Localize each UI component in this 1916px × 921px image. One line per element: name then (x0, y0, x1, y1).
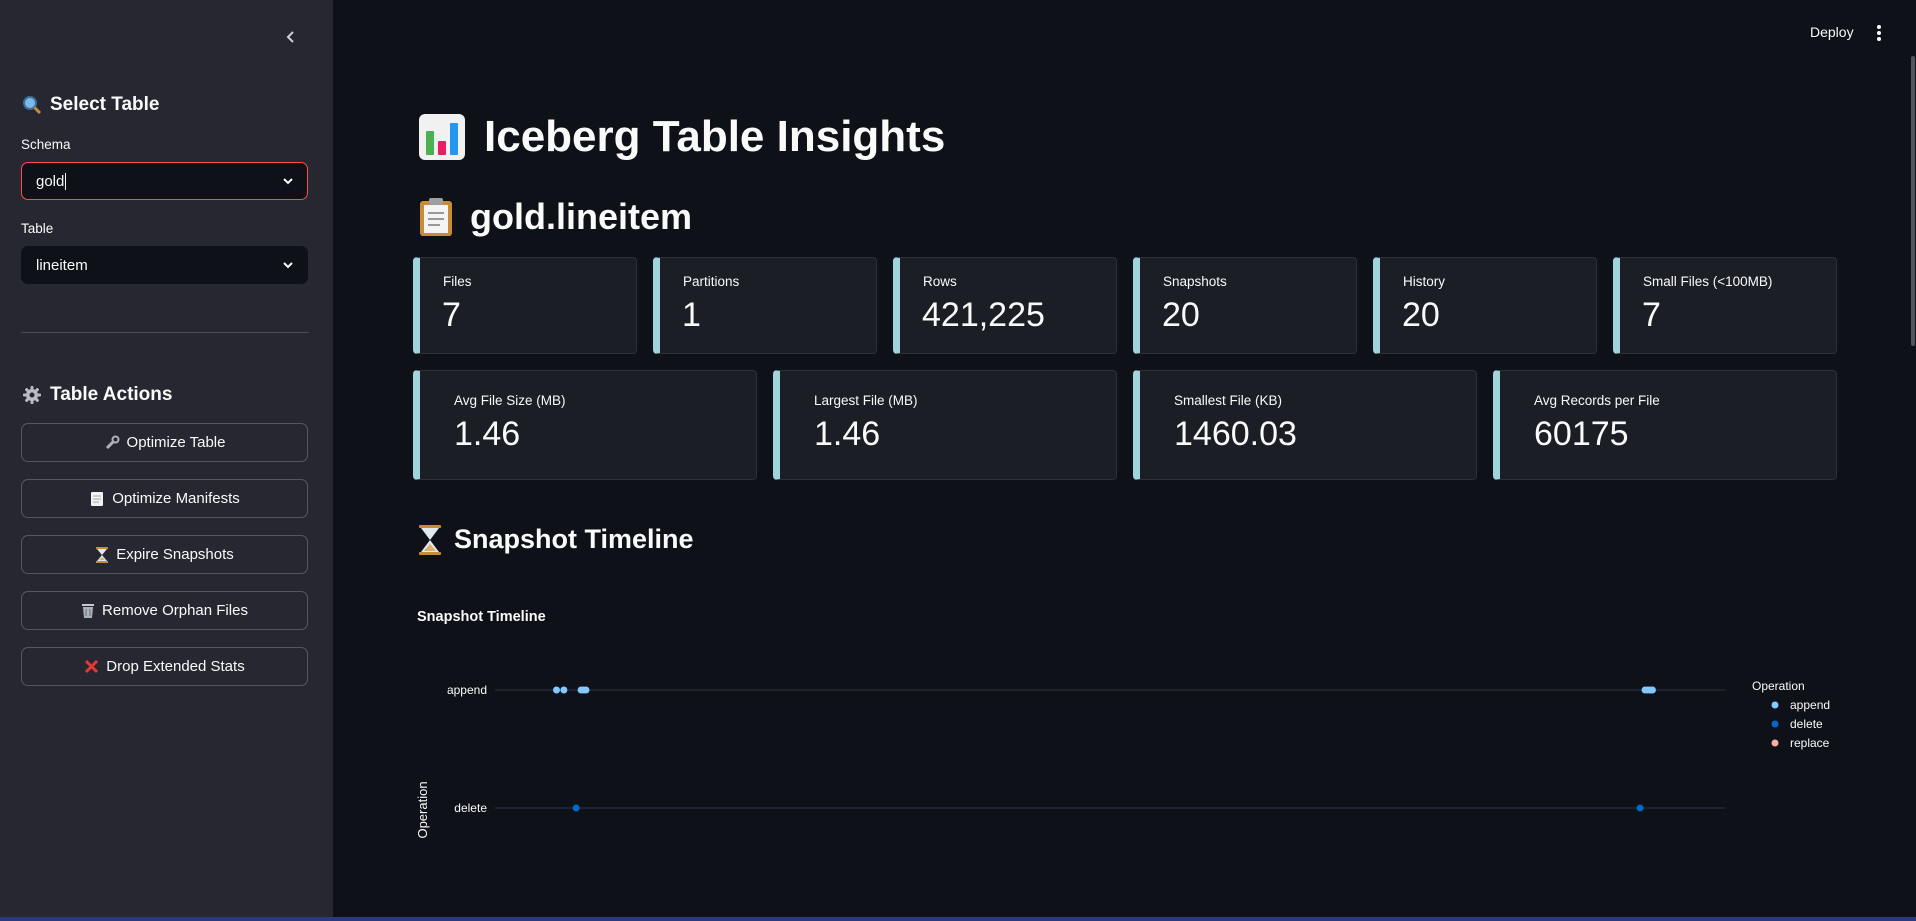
metric-value: 20 (1402, 296, 1440, 334)
metric-value: 60175 (1534, 415, 1629, 453)
wrench-icon (105, 435, 120, 449)
table-select[interactable]: lineitem (21, 246, 308, 284)
chevron-left-icon (286, 31, 294, 43)
text-caret (65, 172, 67, 190)
schema-label: Schema (21, 137, 71, 152)
metric-label: Smallest File (KB) (1174, 393, 1283, 408)
data-point-append (1648, 686, 1656, 694)
metric-label: Snapshots (1163, 274, 1227, 289)
bar-chart-icon (419, 114, 465, 160)
main-menu-icon[interactable] (1872, 22, 1886, 44)
legend-marker-replace (1771, 739, 1779, 747)
y-tick-label: delete (454, 801, 487, 815)
clipboard-icon (420, 198, 452, 236)
data-point-delete (572, 804, 580, 812)
optimize-manifests-label: Optimize Manifests (112, 490, 240, 507)
metric-label: Rows (923, 274, 957, 289)
deploy-button[interactable]: Deploy (1810, 24, 1854, 40)
data-point-delete (1636, 804, 1644, 812)
metric-value: 20 (1162, 296, 1200, 334)
metric-value: 7 (442, 296, 461, 334)
metric-files: Files 7 (413, 257, 637, 354)
metric-label: Files (443, 274, 472, 289)
optimize-table-label: Optimize Table (126, 434, 226, 451)
expire-snapshots-label: Expire Snapshots (116, 546, 234, 563)
metric-history: History 20 (1373, 257, 1597, 354)
metric-value: 1.46 (814, 415, 881, 453)
metric-partitions: Partitions 1 (653, 257, 877, 354)
schema-select[interactable]: gold (21, 162, 308, 200)
table-name-heading: gold.lineitem (418, 196, 692, 238)
table-select-value: lineitem (36, 256, 88, 274)
bottom-status-line (0, 917, 1916, 921)
y-tick-label: append (447, 683, 487, 697)
table-actions-heading: Table Actions (22, 384, 172, 406)
metric-value: 1460.03 (1174, 415, 1297, 453)
wastebasket-icon (82, 603, 95, 618)
metric-label: Avg File Size (MB) (454, 393, 566, 408)
metric-largest-file: Largest File (MB) 1.46 (773, 370, 1117, 480)
metric-label: Largest File (MB) (814, 393, 918, 408)
metric-small-files: Small Files (<100MB) 7 (1613, 257, 1837, 354)
hourglass-icon (419, 524, 441, 555)
metric-label: History (1403, 274, 1446, 289)
expire-snapshots-button[interactable]: Expire Snapshots (21, 535, 308, 574)
metric-rows: Rows 421,225 (893, 257, 1117, 354)
legend-marker-delete (1771, 720, 1779, 728)
metric-value: 1 (682, 296, 701, 334)
legend-title: Operation (1752, 679, 1805, 693)
cross-mark-icon (85, 659, 99, 674)
select-table-heading-text: Select Table (50, 94, 160, 115)
collapse-sidebar-button[interactable] (278, 24, 304, 50)
metric-avg-file-size: Avg File Size (MB) 1.46 (413, 370, 757, 480)
legend-entry: append (1790, 698, 1830, 712)
sidebar-divider (21, 332, 309, 333)
legend-marker-append (1771, 701, 1779, 709)
metric-value: 421,225 (922, 296, 1045, 334)
page-title: Iceberg Table Insights (418, 112, 945, 162)
chevron-down-icon (283, 178, 293, 185)
metric-label: Partitions (683, 274, 740, 289)
metric-label: Small Files (<100MB) (1643, 274, 1773, 289)
snapshot-timeline-heading: Snapshot Timeline (418, 524, 694, 555)
metric-value: 7 (1642, 296, 1661, 334)
chevron-down-icon (283, 262, 293, 269)
metric-value: 1.46 (454, 415, 521, 453)
metric-smallest-file: Smallest File (KB) 1460.03 (1133, 370, 1477, 480)
hourglass-icon (96, 546, 109, 563)
metric-label: Avg Records per File (1534, 393, 1660, 408)
select-table-heading: Select Table (22, 94, 159, 116)
data-point-append (553, 686, 560, 694)
metric-avg-records: Avg Records per File 60175 (1493, 370, 1837, 480)
data-point-append (560, 686, 568, 694)
data-point-append (582, 686, 590, 694)
remove-orphan-files-button[interactable]: Remove Orphan Files (21, 591, 308, 630)
snapshot-timeline-chart: append delete Operation Operation append dele… (415, 679, 1830, 839)
sidebar: Select Table Schema gold Table lineitem … (0, 0, 333, 921)
main-scrollbar[interactable] (1911, 56, 1915, 346)
remove-orphan-files-label: Remove Orphan Files (102, 602, 248, 619)
magnifying-glass-icon (23, 96, 42, 115)
legend-entry: replace (1790, 736, 1830, 750)
legend-entry: delete (1790, 717, 1823, 731)
metric-snapshots: Snapshots 20 (1133, 257, 1357, 354)
schema-select-value: gold (36, 172, 65, 190)
y-axis-label: Operation (415, 781, 430, 838)
table-label: Table (21, 221, 54, 236)
table-actions-heading-text: Table Actions (50, 384, 173, 405)
snapshot-timeline-heading-text: Snapshot Timeline (454, 524, 694, 554)
drop-extended-stats-label: Drop Extended Stats (106, 658, 245, 675)
drop-extended-stats-button[interactable]: Drop Extended Stats (21, 647, 308, 686)
optimize-table-button[interactable]: Optimize Table (21, 423, 308, 462)
table-name-text: gold.lineitem (470, 196, 693, 237)
optimize-manifests-button[interactable]: Optimize Manifests (21, 479, 308, 518)
chart-title: Snapshot Timeline (417, 609, 546, 625)
memo-icon (91, 491, 104, 506)
page-title-text: Iceberg Table Insights (484, 112, 946, 161)
gear-icon (23, 386, 41, 404)
